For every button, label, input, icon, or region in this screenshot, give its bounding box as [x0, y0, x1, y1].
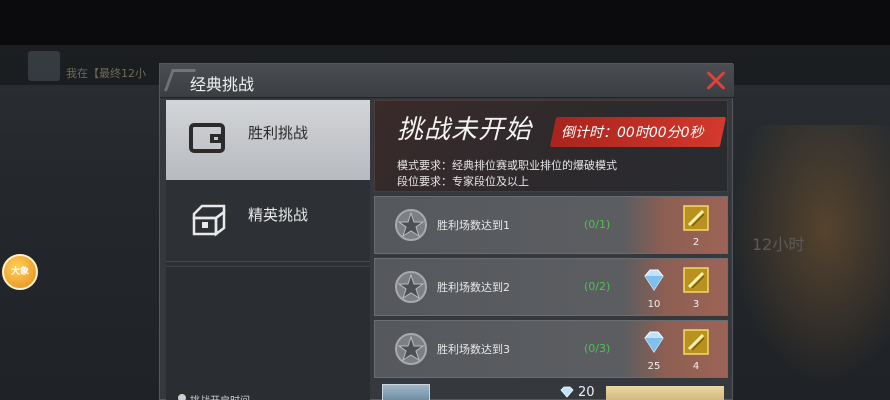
reward-count: 10 — [647, 299, 661, 310]
background-notice: 我在【最终12小 — [66, 67, 146, 80]
challenge-banner: 挑战未开始 倒计时：00时00分0秒 模式要求：经典排位赛或职业排位的爆破模式 … — [374, 100, 728, 192]
chest-price: 20 — [578, 385, 595, 400]
tabs-empty-area — [166, 266, 370, 400]
reward-count: 25 — [647, 361, 661, 372]
task-progress: (0/3) — [584, 342, 611, 355]
tab-elite-challenge[interactable]: 精英挑战 — [166, 182, 370, 262]
background-right-text: 12小时 — [752, 235, 805, 254]
reward-area: 10 3 — [623, 259, 727, 315]
diamond-icon — [560, 386, 574, 398]
task-progress: (0/2) — [584, 280, 611, 293]
dialog-title: 经典挑战 — [190, 75, 255, 94]
side-slot — [20, 151, 66, 209]
diamond-icon — [644, 331, 664, 353]
reward-area: 25 4 — [623, 321, 727, 377]
tab-label: 精英挑战 — [248, 206, 309, 224]
task-name: 胜利场数达到1 — [437, 219, 510, 232]
ammo-icon — [683, 329, 709, 355]
chest-icon — [192, 204, 226, 237]
background-side-menu — [20, 93, 66, 325]
close-button[interactable] — [702, 67, 730, 95]
wallet-icon — [189, 123, 225, 153]
chest-reward-row: 20 — [374, 382, 728, 400]
ammo-icon — [683, 205, 709, 231]
rank-requirement: 段位要求：专家段位及以上 — [397, 175, 529, 188]
challenge-content: 挑战未开始 倒计时：00时00分0秒 模式要求：经典排位赛或职业排位的爆破模式 … — [374, 100, 728, 400]
reward-diamond[interactable]: 25 — [639, 329, 669, 372]
task-row: 胜利场数达到2 (0/2) 10 3 — [374, 258, 728, 316]
reward-count: 3 — [692, 299, 700, 310]
open-time-label: 挑战开启时间 — [190, 392, 250, 400]
rank-star-icon — [395, 333, 427, 365]
reward-ammo[interactable]: 2 — [681, 205, 711, 248]
supply-chest-icon[interactable] — [382, 384, 430, 400]
tab-label: 胜利挑战 — [248, 124, 309, 142]
ammo-icon — [683, 267, 709, 293]
background-glow — [730, 125, 890, 385]
reward-ammo[interactable]: 3 — [681, 267, 711, 310]
challenge-status-title: 挑战未开始 — [397, 115, 533, 145]
rank-star-icon — [395, 271, 427, 303]
reward-count: 2 — [692, 237, 700, 248]
task-row: 胜利场数达到1 (0/1) 2 — [374, 196, 728, 254]
background-avatar — [28, 51, 60, 81]
rank-star-icon — [395, 209, 427, 241]
classic-challenge-dialog: 经典挑战 胜利挑战 精英挑战 挑战开启时间 挑战未开始 — [159, 63, 734, 400]
floating-assistant-button[interactable]: 大象 — [2, 254, 38, 290]
reward-diamond[interactable]: 10 — [639, 267, 669, 310]
dialog-title-bar: 经典挑战 — [160, 64, 734, 98]
task-row: 胜利场数达到3 (0/3) 25 4 — [374, 320, 728, 378]
tab-victory-challenge[interactable]: 胜利挑战 — [166, 100, 370, 180]
mode-requirement: 模式要求：经典排位赛或职业排位的爆破模式 — [397, 159, 617, 172]
countdown-text: 倒计时：00时00分0秒 — [561, 125, 704, 141]
reward-count: 4 — [692, 361, 700, 372]
diamond-icon — [644, 269, 664, 291]
reward-ammo[interactable]: 4 — [681, 329, 711, 372]
challenge-tabs: 胜利挑战 精英挑战 挑战开启时间 — [166, 100, 370, 400]
buy-chest-button[interactable] — [606, 386, 724, 400]
clock-icon — [178, 394, 186, 400]
task-name: 胜利场数达到2 — [437, 281, 510, 294]
task-name: 胜利场数达到3 — [437, 343, 510, 356]
task-progress: (0/1) — [584, 218, 611, 231]
reward-area: 2 — [623, 197, 727, 253]
side-slot — [20, 93, 66, 151]
